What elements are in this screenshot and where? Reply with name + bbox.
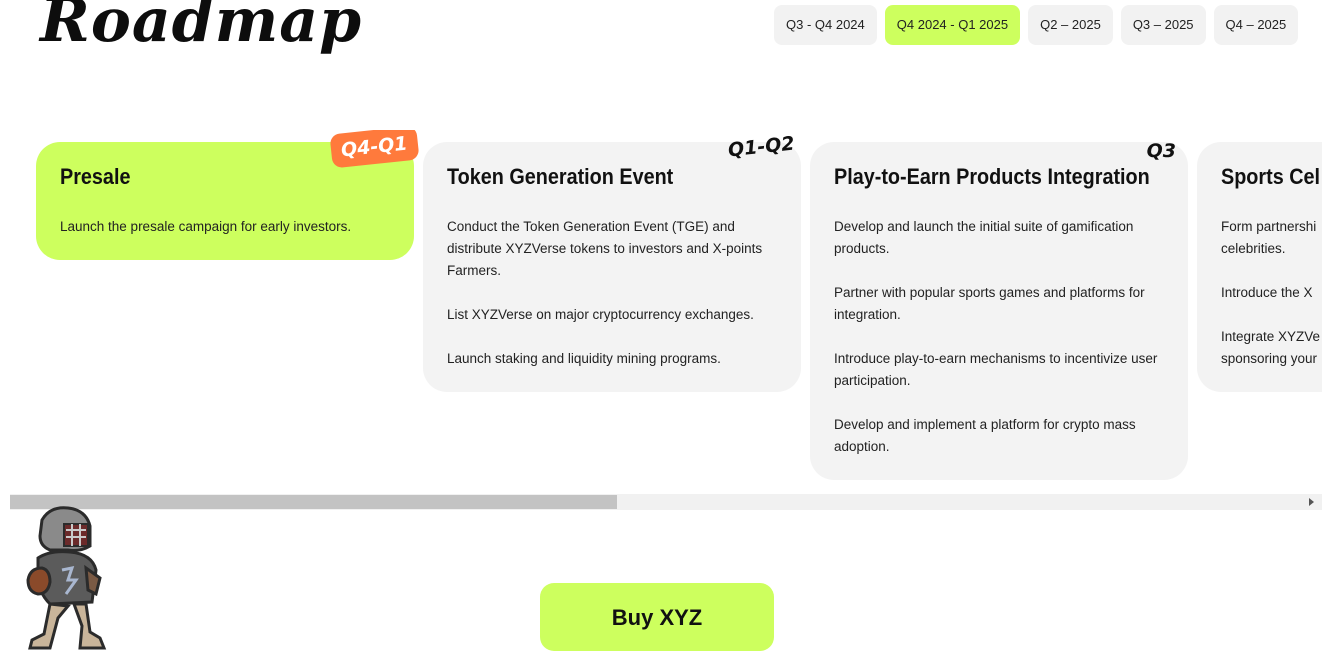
- period-badge: Q1-Q2: [727, 132, 796, 162]
- page-title: Roadmap: [40, 0, 363, 56]
- card-text: Launch staking and liquidity mining prog…: [447, 351, 721, 366]
- tab-q4-2025[interactable]: Q4 – 2025: [1213, 5, 1299, 45]
- period-badge: Q3: [1146, 140, 1176, 162]
- tab-q2-2025[interactable]: Q2 – 2025: [1028, 5, 1113, 45]
- tab-q3-q4-2024[interactable]: Q3 - Q4 2024: [774, 5, 877, 45]
- roadmap-period-tabs: Q3 - Q4 2024 Q4 2024 - Q1 2025 Q2 – 2025…: [774, 5, 1299, 45]
- tab-q3-2025[interactable]: Q3 – 2025: [1120, 5, 1206, 45]
- football-player-icon: [26, 506, 107, 650]
- card-text: Partner with popular sports games and pl…: [834, 285, 1145, 322]
- horizontal-scrollbar[interactable]: [10, 494, 1322, 510]
- period-badge: Q4-Q1: [329, 130, 420, 169]
- card-text: Form partnershi celebrities.: [1221, 219, 1317, 256]
- scroll-right-arrow-icon[interactable]: [1309, 498, 1314, 506]
- card-text: List XYZVerse on major cryptocurrency ex…: [447, 307, 754, 322]
- roadmap-card-track[interactable]: Q4-Q1 Presale Launch the presale campaig…: [0, 130, 1322, 490]
- card-title: Sports Cel: [1221, 164, 1321, 189]
- roadmap-card-play-to-earn: Q3 Play-to-Earn Products Integration Dev…: [810, 140, 1188, 480]
- roadmap-card-presale: Q4-Q1 Presale Launch the presale campaig…: [36, 130, 420, 260]
- card-title: Presale: [60, 164, 131, 189]
- roadmap-card-sports-celebrities: Sports Cel Form partnershi celebrities. …: [1197, 142, 1322, 392]
- card-text: Integrate XYZVe sponsoring your: [1221, 329, 1321, 366]
- card-text: Develop and launch the initial suite of …: [834, 219, 1134, 256]
- roadmap-card-token-generation: Q1-Q2 Token Generation Event Conduct the…: [423, 133, 801, 392]
- card-title: Play-to-Earn Products Integration: [834, 164, 1150, 189]
- card-text: Develop and implement a platform for cry…: [834, 417, 1136, 454]
- card-text: Launch the presale campaign for early in…: [60, 219, 352, 234]
- card-text: Introduce play-to-earn mechanisms to inc…: [834, 351, 1158, 388]
- buy-xyz-button[interactable]: Buy XYZ: [540, 583, 774, 651]
- tab-q4-2024-q1-2025[interactable]: Q4 2024 - Q1 2025: [884, 5, 1021, 45]
- card-text: Introduce the X: [1221, 285, 1313, 300]
- card-text: Conduct the Token Generation Event (TGE)…: [447, 219, 763, 278]
- card-title: Token Generation Event: [447, 164, 674, 189]
